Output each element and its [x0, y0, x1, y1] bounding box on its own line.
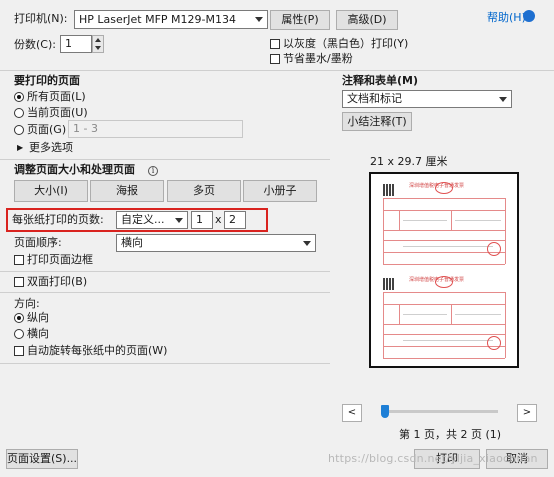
comments-select[interactable]: 文档和标记 — [342, 90, 512, 108]
page-slider-thumb[interactable] — [381, 405, 389, 418]
preview-page-2: 深圳增值税电子普通发票 — [381, 274, 507, 360]
page-range-label: 页面(G) — [27, 123, 67, 136]
preview-page-1: 深圳增值税电子普通发票 — [381, 180, 507, 266]
pages-per-sheet-select[interactable]: 自定义... — [116, 211, 188, 229]
page-order-value: 横向 — [121, 236, 143, 249]
seal-icon — [487, 336, 501, 350]
page-sizing-title: 调整页面大小和处理页面 — [14, 163, 135, 176]
printer-name: HP LaserJet MFP M129-M134 — [79, 13, 237, 26]
properties-button[interactable]: 属性(P) — [270, 10, 330, 30]
landscape-label: 横向 — [27, 327, 49, 340]
booklet-button[interactable]: 小册子 — [243, 180, 317, 202]
more-options-link[interactable]: 更多选项 — [29, 141, 73, 155]
stamp-icon — [435, 182, 453, 194]
print-border-label: 打印页面边框 — [27, 253, 93, 266]
grayscale-checkbox[interactable] — [270, 39, 280, 49]
divider-orientation — [0, 363, 330, 364]
pages-to-print-title: 要打印的页面 — [14, 74, 80, 87]
triangle-right-icon[interactable]: ▶ — [17, 143, 23, 152]
printer-select[interactable]: HP LaserJet MFP M129-M134 — [74, 10, 268, 29]
poster-button[interactable]: 海报 — [90, 180, 164, 202]
copies-stepper[interactable] — [92, 35, 104, 53]
chevron-down-icon — [495, 91, 511, 107]
divider-duplex — [0, 292, 330, 293]
rows-input[interactable]: 2 — [224, 211, 246, 229]
qr-code-icon — [383, 184, 395, 196]
chevron-down-icon — [299, 235, 315, 251]
page-status: 第 1 页，共 2 页 (1) — [399, 428, 502, 441]
grayscale-label: 以灰度（黑白色）打印(Y) — [283, 37, 409, 50]
pages-per-sheet-value: 自定义... — [121, 213, 165, 226]
comments-selected: 文档和标记 — [347, 92, 402, 105]
page-order-select[interactable]: 横向 — [116, 234, 316, 252]
columns-value: 1 — [196, 213, 203, 226]
qr-code-icon — [383, 278, 395, 290]
comments-title: 注释和表单(M) — [342, 74, 419, 87]
chevron-left-icon: < — [347, 407, 357, 418]
summarize-comments-button[interactable]: 小结注释(T) — [342, 112, 412, 131]
chevron-right-icon: > — [522, 407, 532, 418]
divider-pages — [0, 159, 330, 160]
rows-value: 2 — [229, 213, 236, 226]
info-icon[interactable]: i — [148, 166, 158, 176]
save-ink-checkbox[interactable] — [270, 54, 280, 64]
stepper-up-icon[interactable] — [93, 36, 103, 44]
auto-rotate-checkbox[interactable] — [14, 346, 24, 356]
orientation-title: 方向: — [14, 297, 40, 310]
advanced-button[interactable]: 高级(D) — [336, 10, 398, 30]
copies-input[interactable]: 1 — [60, 35, 92, 53]
next-page-button[interactable]: > — [517, 404, 537, 422]
save-ink-label: 节省墨水/墨粉 — [283, 52, 353, 65]
chevron-down-icon — [251, 11, 267, 28]
previous-page-button[interactable]: < — [342, 404, 362, 422]
watermark: https://blog.csdn.net/yljia_xiaochuan — [328, 452, 538, 465]
landscape-radio[interactable] — [14, 329, 24, 339]
printer-label: 打印机(N): — [14, 12, 68, 25]
help-icon[interactable] — [523, 10, 535, 22]
all-pages-radio[interactable] — [14, 92, 24, 102]
page-range-input[interactable]: 1 - 3 — [68, 120, 243, 138]
portrait-label: 纵向 — [27, 311, 49, 324]
seal-icon — [487, 242, 501, 256]
all-pages-label: 所有页面(L) — [27, 90, 86, 103]
page-slider-track[interactable] — [382, 410, 498, 413]
duplex-label: 双面打印(B) — [27, 275, 88, 288]
paper-size-label: 21 x 29.7 厘米 — [370, 155, 448, 168]
current-page-label: 当前页面(U) — [27, 106, 88, 119]
current-page-radio[interactable] — [14, 108, 24, 118]
stepper-down-icon[interactable] — [93, 44, 103, 52]
divider-sizing — [0, 271, 330, 272]
chevron-down-icon — [171, 212, 187, 228]
print-preview: 深圳增值税电子普通发票 深圳增值税电子普通发票 — [369, 172, 519, 368]
copies-value: 1 — [65, 37, 72, 50]
divider-top — [0, 70, 554, 71]
duplex-checkbox[interactable] — [14, 277, 24, 287]
stamp-icon — [435, 276, 453, 288]
page-range-placeholder: 1 - 3 — [73, 122, 98, 135]
page-order-label: 页面顺序: — [14, 236, 62, 249]
page-range-radio[interactable] — [14, 125, 24, 135]
print-border-checkbox[interactable] — [14, 255, 24, 265]
times-label: x — [215, 213, 222, 226]
pages-per-sheet-label: 每张纸打印的页数: — [12, 213, 104, 226]
portrait-radio[interactable] — [14, 313, 24, 323]
copies-label: 份数(C): — [14, 38, 56, 51]
help-link[interactable]: 帮助(H) — [487, 11, 526, 25]
page-setup-button[interactable]: 页面设置(S)... — [6, 449, 78, 469]
size-button[interactable]: 大小(I) — [14, 180, 88, 202]
columns-input[interactable]: 1 — [191, 211, 213, 229]
auto-rotate-label: 自动旋转每张纸中的页面(W) — [27, 344, 168, 357]
multiple-button[interactable]: 多页 — [167, 180, 241, 202]
